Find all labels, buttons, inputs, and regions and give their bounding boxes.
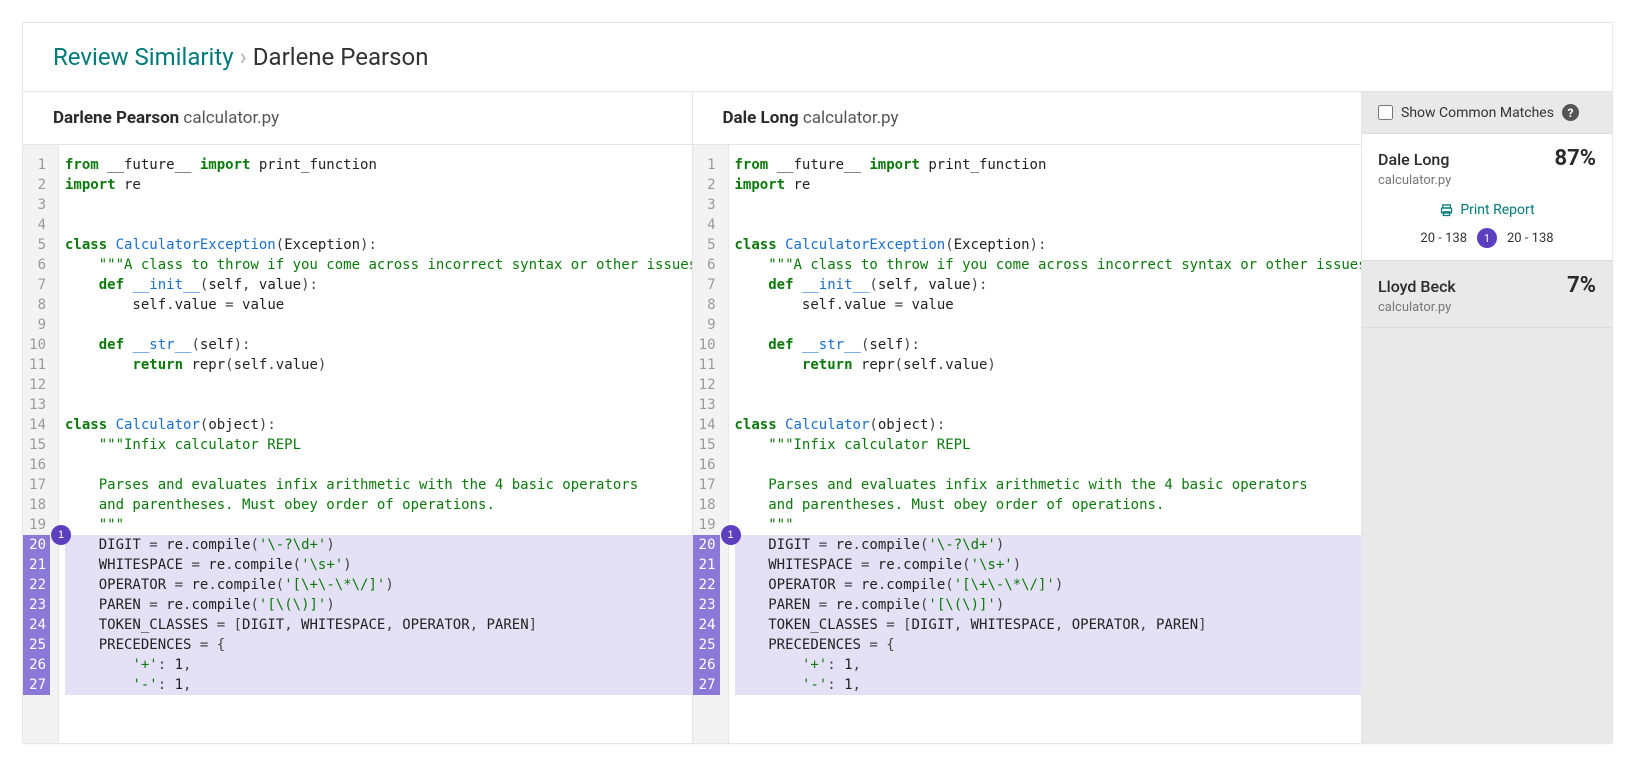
match-badge[interactable]: 1 [51,525,71,545]
match-file: calculator.py [1378,173,1596,188]
breadcrumb-root[interactable]: Review Similarity [53,43,234,71]
print-report-link[interactable]: Print Report [1378,202,1596,218]
right-person-name: Dale Long [723,108,799,128]
left-code-column: Darlene Pearson calculator.py 1234567891… [23,92,693,743]
match-range-row[interactable]: 20 - 138 1 20 - 138 [1378,228,1596,248]
match-card[interactable]: Lloyd Beck 7% calculator.py [1362,261,1612,328]
match-percentage: 7% [1567,273,1596,298]
left-code-viewer[interactable]: 1234567891011121314151617181920212223242… [23,145,692,743]
right-file-name: calculator.py [803,108,899,128]
right-column-header: Dale Long calculator.py [693,92,1362,145]
right-code-column: Dale Long calculator.py 1234567891011121… [693,92,1363,743]
match-name: Lloyd Beck [1378,277,1456,296]
help-icon[interactable]: ? [1562,104,1579,121]
match-range-badge: 1 [1477,228,1497,248]
left-column-header: Darlene Pearson calculator.py [23,92,692,145]
match-file: calculator.py [1378,300,1596,315]
left-person-name: Darlene Pearson [53,108,179,128]
left-file-name: calculator.py [183,108,279,128]
common-matches-label: Show Common Matches [1401,105,1554,121]
common-matches-checkbox[interactable] [1378,105,1393,120]
match-card[interactable]: Dale Long 87% calculator.py Print Report 20 … [1362,134,1612,261]
breadcrumb-current: Darlene Pearson [253,43,429,71]
match-range-right: 20 - 138 [1507,231,1554,246]
right-code-viewer[interactable]: 1234567891011121314151617181920212223242… [693,145,1362,743]
match-name: Dale Long [1378,150,1449,169]
breadcrumb: Review Similarity › Darlene Pearson [23,23,1612,92]
print-icon [1439,203,1454,218]
match-range-left: 20 - 138 [1420,231,1467,246]
match-badge[interactable]: 1 [721,525,741,545]
matches-sidebar: Show Common Matches ? Dale Long 87% calcul… [1362,92,1612,743]
chevron-right-icon: › [240,43,247,71]
match-percentage: 87% [1554,146,1596,171]
common-matches-toggle-row: Show Common Matches ? [1362,92,1612,134]
